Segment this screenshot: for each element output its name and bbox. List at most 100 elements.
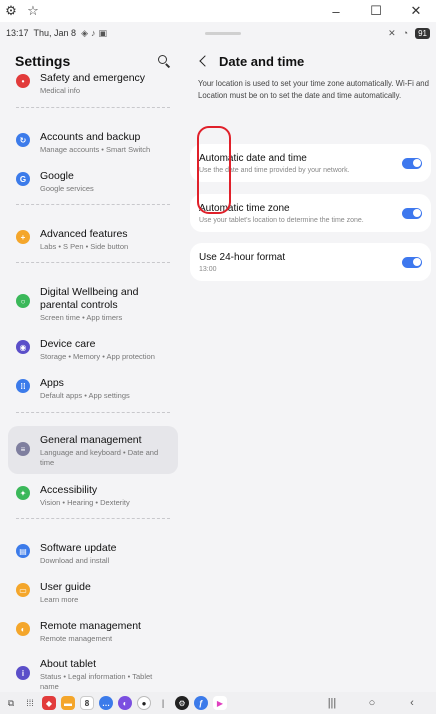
settings-item-google[interactable]: G Google Google services [8, 170, 178, 194]
settings-item-user-guide[interactable]: ▭ User guide Learn more [8, 581, 178, 605]
taskbar-separator: | [161, 698, 165, 708]
play-store-icon[interactable]: ▶ [213, 696, 227, 710]
wifi-icon: ◔ [402, 28, 409, 38]
device-care-icon: ◉ [16, 340, 30, 354]
pin-star-icon[interactable]: ☆ [22, 0, 44, 22]
battery-indicator: 91 [415, 27, 430, 39]
app-drawer-icon[interactable]: ⁞⁞⁞ [23, 696, 37, 710]
item-subtitle: Medical info [40, 86, 81, 95]
settings-item-software-update[interactable]: ▤ Software update Download and install [8, 542, 178, 566]
settings-item-device-care[interactable]: ◉ Device care Storage • Memory • App prot… [8, 338, 178, 362]
divider [16, 518, 170, 519]
sync-icon: ↻ [16, 133, 30, 147]
wellbeing-icon: ○ [16, 294, 30, 308]
item-title: Digital Wellbeing and parental controls [40, 286, 139, 311]
item-subtitle: Remote management [40, 634, 113, 643]
detail-header: Date and time [187, 44, 436, 78]
detail-title: Date and time [219, 53, 305, 69]
folder-icon[interactable]: ▬ [61, 696, 75, 710]
safety-icon: • [16, 74, 30, 88]
highlight-annotation [197, 126, 231, 214]
taskbar: ⧉ ⁞⁞⁞ ◆ ▬ 8 … ◐ ● | ⚙ ƒ ▶ ||| ○ ‹ [0, 692, 436, 714]
split-handle[interactable] [205, 32, 241, 35]
minimize-button[interactable]: – [316, 0, 356, 22]
settings-item-about-tablet[interactable]: i About tablet Status • Legal information… [8, 658, 178, 692]
item-title: Accessibility [40, 484, 98, 496]
settings-item-remote-management[interactable]: ◐ Remote management Remote management [8, 620, 178, 644]
info-icon: i [16, 666, 30, 680]
settings-item-general-management[interactable]: ≡ General management Language and keyboar… [8, 426, 178, 474]
settings-gear-icon[interactable]: ⚙ [0, 0, 22, 22]
item-title: Device care [40, 338, 96, 350]
item-subtitle: Google services [40, 184, 94, 193]
settings-app-icon[interactable]: ⚙ [175, 696, 189, 710]
advanced-features-icon: + [16, 230, 30, 244]
setting-title: Use 24-hour format [199, 251, 286, 263]
item-subtitle: Screen time • App timers [40, 313, 123, 322]
item-subtitle: Storage • Memory • App protection [40, 352, 155, 361]
item-subtitle: Learn more [40, 595, 79, 604]
back-button[interactable]: ‹ [392, 697, 432, 709]
item-title: Google [40, 170, 74, 182]
general-management-icon: ≡ [16, 442, 30, 456]
app-red-icon[interactable]: ◆ [42, 696, 56, 710]
back-arrow-icon[interactable] [197, 54, 211, 68]
apps-icon: ⁞⁞ [16, 379, 30, 393]
item-subtitle: Language and keyboard • Date and time [40, 448, 159, 467]
item-title: About tablet [40, 658, 97, 670]
mute-icon: ✕ [388, 27, 396, 38]
settings-item-accessibility[interactable]: ✦ Accessibility Vision • Hearing • Dexter… [8, 484, 178, 508]
item-subtitle: Download and install [40, 556, 110, 565]
divider [16, 412, 170, 413]
close-button[interactable]: ✕ [396, 0, 436, 22]
app-blue-icon[interactable]: ƒ [194, 696, 208, 710]
user-guide-icon: ▭ [16, 583, 30, 597]
recents-button[interactable]: ||| [312, 697, 352, 709]
divider [16, 107, 170, 108]
item-title: Apps [40, 377, 64, 389]
item-title: Advanced features [40, 228, 128, 240]
status-date: Thu, Jan 8 [33, 28, 77, 38]
navigation-bar: ||| ○ ‹ [312, 697, 432, 709]
app-purple-icon[interactable]: ◐ [118, 696, 132, 710]
gallery-icon: ▣ [98, 27, 107, 38]
automatic-date-time-toggle[interactable] [402, 157, 422, 169]
item-subtitle: Vision • Hearing • Dexterity [40, 498, 130, 507]
item-title: Remote management [40, 620, 141, 632]
automatic-time-zone-toggle[interactable] [402, 207, 422, 219]
settings-item-apps[interactable]: ⁞⁞ Apps Default apps • App settings [8, 377, 178, 401]
setting-24-hour-format[interactable]: Use 24-hour format 13:00 [190, 243, 431, 281]
item-title: User guide [40, 581, 91, 593]
messages-icon[interactable]: … [99, 696, 113, 710]
setting-subtitle: 13:00 [199, 265, 217, 273]
location-info-text: Your location is used to set your time z… [198, 79, 429, 100]
setting-subtitle: Use your tablet's location to determine … [199, 216, 364, 224]
notification-icon: ♪ [90, 28, 96, 38]
item-subtitle: Labs • S Pen • Side button [40, 242, 129, 251]
google-icon: G [16, 172, 30, 186]
24-hour-format-toggle[interactable] [402, 256, 422, 268]
divider [16, 262, 170, 263]
item-title: Software update [40, 542, 117, 554]
location-icon: ◈ [81, 27, 88, 38]
settings-item-safety[interactable]: • Safety and emergency Medical info [8, 72, 178, 96]
status-time: 13:17 [6, 28, 29, 38]
item-subtitle: Status • Legal information • Tablet name [40, 672, 153, 691]
window-titlebar: ⚙ ☆ – ☐ ✕ [0, 0, 436, 22]
maximize-button[interactable]: ☐ [356, 0, 396, 22]
settings-item-advanced[interactable]: + Advanced features Labs • S Pen • Side b… [8, 228, 178, 252]
settings-item-wellbeing[interactable]: ○ Digital Wellbeing and parental control… [8, 286, 178, 323]
screenshot-icon[interactable]: ⧉ [4, 696, 18, 710]
status-right: ✕ ◔ 91 [388, 27, 430, 39]
device-screen: 13:17 Thu, Jan 8 ◈ ♪ ▣ ✕ ◔ 91 Settings •… [0, 22, 436, 692]
item-subtitle: Default apps • App settings [40, 391, 130, 400]
app-circle-icon[interactable]: ● [137, 696, 151, 710]
software-update-icon: ▤ [16, 544, 30, 558]
calendar-icon[interactable]: 8 [80, 696, 94, 710]
item-title: Accounts and backup [40, 131, 141, 143]
settings-item-accounts[interactable]: ↻ Accounts and backup Manage accounts • S… [8, 131, 178, 155]
home-button[interactable]: ○ [352, 697, 392, 709]
remote-management-icon: ◐ [16, 622, 30, 636]
accessibility-icon: ✦ [16, 486, 30, 500]
search-icon[interactable] [157, 54, 171, 68]
